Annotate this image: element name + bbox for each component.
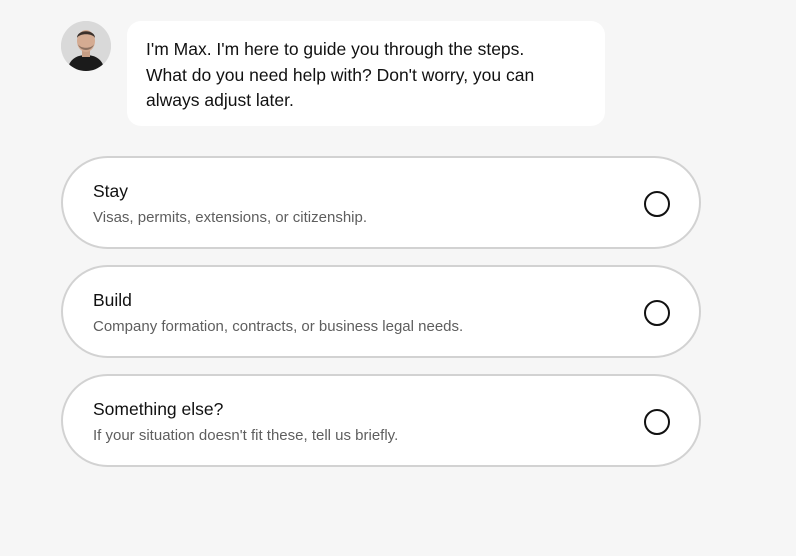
radio-button[interactable] (644, 300, 670, 326)
radio-button[interactable] (644, 191, 670, 217)
option-description: Visas, permits, extensions, or citizensh… (93, 209, 368, 226)
option-description: If your situation doesn't fit these, tel… (93, 427, 399, 444)
option-description: Company formation, contracts, or busines… (93, 318, 464, 335)
option-build[interactable]: Build Company formation, contracts, or b… (61, 265, 701, 358)
option-title: Something else? (93, 399, 224, 419)
option-title: Build (93, 290, 132, 310)
chat-onboarding-screen: I'm Max. I'm here to guide you through t… (0, 0, 796, 556)
person-avatar-icon (61, 21, 111, 71)
option-something-else[interactable]: Something else? If your situation doesn'… (61, 374, 701, 467)
help-options-list: Stay Visas, permits, extensions, or citi… (61, 156, 701, 483)
option-title: Stay (93, 181, 129, 201)
assistant-avatar (61, 21, 111, 71)
option-stay[interactable]: Stay Visas, permits, extensions, or citi… (61, 156, 701, 249)
assistant-message-bubble: I'm Max. I'm here to guide you through t… (127, 21, 605, 126)
radio-button[interactable] (644, 409, 670, 435)
